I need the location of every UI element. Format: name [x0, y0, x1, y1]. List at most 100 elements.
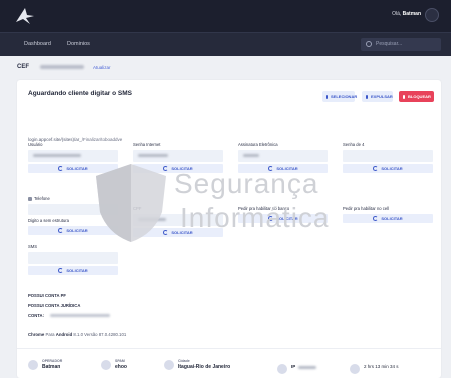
solicit-label: SOLICITAR [66, 268, 88, 273]
solicit-button[interactable]: SOLICITAR [238, 164, 328, 173]
location-icon [164, 360, 174, 370]
block-button[interactable]: BLOQUEAR [399, 91, 434, 102]
ip-redacted [298, 366, 316, 369]
footer-label: OPERADOR [42, 359, 63, 363]
field-value[interactable] [343, 150, 433, 162]
footer-time: 2 hrs 13 min 34 s [350, 363, 399, 374]
network-icon [101, 360, 111, 370]
footer-value: ehoo [115, 364, 127, 370]
solicit-button[interactable]: SOLICITAR [133, 228, 223, 237]
select-icon [326, 94, 328, 99]
url-suffix: /Finalizar/toboaddve [81, 137, 123, 142]
field-label: Pedir pra habilitar no banco [238, 206, 290, 211]
footer-value: Itaguaí-Rio de Janeiro [178, 364, 231, 370]
solicit-label: SOLICITAR [381, 166, 403, 171]
solicit-label: SOLICITAR [66, 166, 88, 171]
avatar[interactable] [425, 8, 439, 22]
shark-logo-icon[interactable] [14, 6, 36, 26]
field-value[interactable] [133, 214, 223, 226]
refresh-icon [163, 230, 169, 235]
field-value[interactable] [238, 150, 328, 162]
search-icon [366, 41, 372, 47]
refresh-icon [268, 166, 274, 171]
solicit-button[interactable]: SOLICITAR [28, 164, 118, 173]
ip-icon [277, 364, 287, 374]
solicit-button[interactable]: SOLICITAR [28, 266, 118, 275]
field-value[interactable] [28, 150, 118, 162]
refresh-link[interactable]: Atualizar [93, 65, 111, 70]
field-label: Pedir pra habilitar no cell [343, 206, 390, 211]
footer-value: Batman [42, 364, 61, 370]
refresh-icon [58, 166, 64, 171]
breadcrumb-id-redacted [40, 65, 84, 69]
refresh-icon [58, 268, 64, 273]
browser-os: Android [55, 332, 73, 337]
solicit-button[interactable]: SOLICITAR [343, 164, 433, 173]
footer-operator: OPERADOR Batman [28, 359, 62, 370]
solicit-button[interactable]: SOLICITAR [133, 164, 223, 173]
user-name: Batman [402, 11, 421, 17]
field-label: Senha de 4 [343, 142, 365, 147]
footer-label: Cidade [178, 359, 190, 363]
possui-pj: POSSUI CONTA JURÍDICA [28, 303, 81, 308]
field-label: Telefone [28, 196, 50, 201]
expel-icon [366, 94, 368, 99]
browser-name: Chrome [28, 332, 45, 337]
conta-label: CONTA: [28, 313, 44, 318]
select-label: SELECIONAR [331, 94, 358, 99]
solicit-button[interactable]: SOLICITAR [28, 226, 118, 235]
field-label: Senha Internet [133, 142, 161, 147]
solicit-label: SOLICITAR [276, 166, 298, 171]
clock-icon [350, 364, 360, 374]
field-label: SMS [28, 244, 38, 249]
nav-dominios[interactable]: Dominios [67, 41, 90, 47]
footer-city: Cidade Itaguaí-Rio de Janeiro [164, 359, 230, 370]
refresh-icon [58, 228, 64, 233]
expel-label: EXPULSAR [371, 94, 393, 99]
block-label: BLOQUEAR [408, 94, 431, 99]
nav-bar: Dashboard Dominios Pesquisar... [0, 32, 451, 56]
operator-icon [28, 360, 38, 370]
possui-pf: POSSUI CONTA PF [28, 293, 66, 298]
refresh-icon [268, 216, 274, 221]
session-card: Aguardando cliente digitar o SMS SELECIO… [17, 80, 441, 378]
nav-dashboard[interactable]: Dashboard [24, 41, 51, 47]
field-label: Assinatura Eletrônica [238, 142, 278, 147]
phone-icon [28, 196, 32, 201]
card-title: Aguardando cliente digitar o SMS [28, 90, 133, 97]
conta-redacted [50, 314, 110, 317]
solicit-label: SOLICITAR [171, 230, 193, 235]
refresh-icon [163, 166, 169, 171]
browser-info: Chrome Para Android 8.1.0 Versão 87.0.42… [28, 332, 126, 337]
os-version: 8.1.0 [73, 332, 83, 337]
field-label: Usuário [28, 142, 43, 147]
browser-version: Versão 87.0.4280.101 [84, 332, 127, 337]
footer-value: IP [291, 364, 296, 369]
solicit-button[interactable]: SOLICITAR [238, 214, 328, 223]
redacted-value [138, 218, 166, 221]
refresh-icon [373, 216, 379, 221]
refresh-icon [373, 166, 379, 171]
field-value[interactable] [133, 150, 223, 162]
search-placeholder: Pesquisar... [376, 41, 403, 47]
browser-for: Para [45, 332, 55, 337]
field-value[interactable] [28, 204, 118, 215]
expel-button[interactable]: EXPULSAR [362, 91, 393, 102]
field-value[interactable] [28, 252, 118, 264]
footer-spam: SPAM ehoo [101, 359, 127, 370]
solicit-button[interactable]: SOLICITAR [343, 214, 433, 223]
select-button[interactable]: SELECIONAR [322, 91, 358, 102]
redacted-value [33, 154, 81, 157]
digito-label: Digito a sem estrutura [28, 218, 69, 223]
solicit-label: SOLICITAR [171, 166, 193, 171]
footer-label: SPAM [115, 359, 125, 363]
greeting-text: Olá, [392, 11, 402, 17]
user-greeting: Olá, Batman [392, 11, 421, 17]
search-input[interactable]: Pesquisar... [361, 38, 441, 51]
footer-value: 2 hrs 13 min 34 s [364, 364, 399, 369]
block-icon [403, 94, 405, 99]
footer-divider [17, 348, 441, 349]
page-title: CEF [17, 64, 29, 70]
field-label: CPF [133, 206, 142, 211]
solicit-label: SOLICITAR [66, 228, 88, 233]
